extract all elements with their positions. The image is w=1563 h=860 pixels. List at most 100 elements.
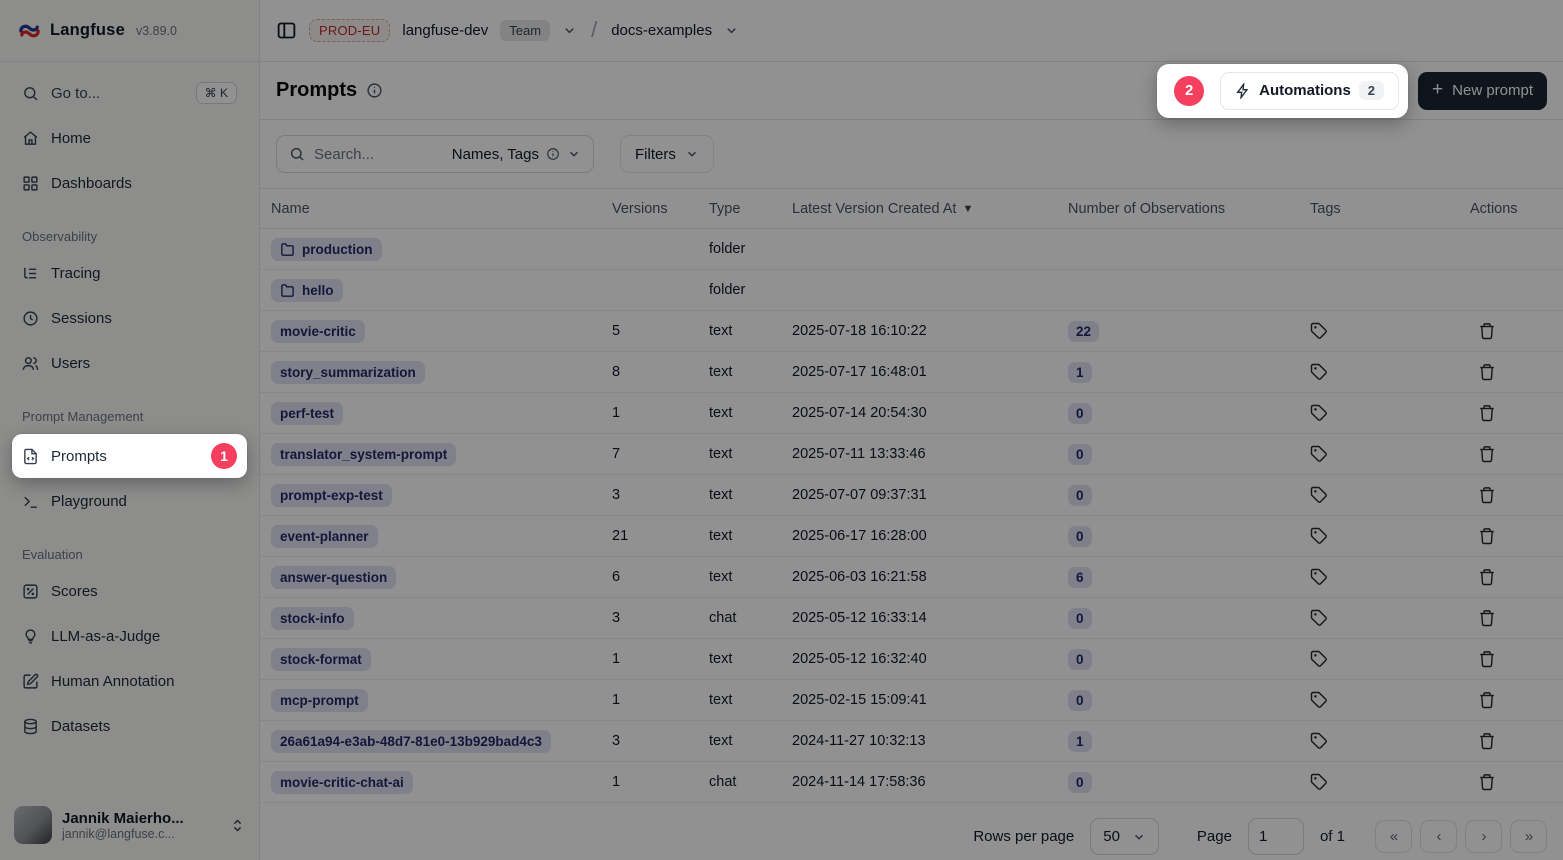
sidebar-item-playground[interactable]: Playground (12, 482, 247, 520)
tag-icon[interactable] (1310, 568, 1328, 586)
sidebar-item-sessions[interactable]: Sessions (12, 299, 247, 337)
prompt-name-badge[interactable]: stock-info (271, 607, 354, 630)
tag-icon[interactable] (1310, 445, 1328, 463)
table-row[interactable]: productionfolder (260, 229, 1563, 270)
table-row[interactable]: perf-test1text2025-07-14 20:54:300 (260, 393, 1563, 434)
table-row[interactable]: stock-format1text2025-05-12 16:32:400 (260, 639, 1563, 680)
folder-badge[interactable]: production (271, 238, 382, 261)
table-row[interactable]: movie-critic5text2025-07-18 16:10:2222 (260, 311, 1563, 352)
delete-trash-icon[interactable] (1478, 773, 1496, 791)
prompt-name-badge[interactable]: perf-test (271, 402, 343, 425)
sidebar-item-scores[interactable]: Scores (12, 572, 247, 610)
delete-trash-icon[interactable] (1478, 363, 1496, 381)
table-row[interactable]: prompt-exp-test3text2025-07-07 09:37:310 (260, 475, 1563, 516)
tag-icon[interactable] (1310, 609, 1328, 627)
sidebar-item-tracing[interactable]: Tracing (12, 254, 247, 292)
search-input[interactable]: Search... Names, Tags (276, 135, 594, 173)
table-row[interactable]: mcp-prompt1text2025-02-15 15:09:410 (260, 680, 1563, 721)
delete-trash-icon[interactable] (1478, 445, 1496, 463)
next-page-button[interactable]: › (1465, 820, 1502, 853)
table-row[interactable]: stock-info3chat2025-05-12 16:33:140 (260, 598, 1563, 639)
filters-button[interactable]: Filters (620, 135, 714, 173)
automations-button[interactable]: Automations 2 (1220, 72, 1399, 110)
prev-page-button[interactable]: ‹ (1420, 820, 1457, 853)
versions-cell: 1 (601, 692, 698, 708)
sidebar-toggle-icon[interactable] (276, 20, 297, 41)
table-toolbar: Search... Names, Tags Filters (260, 120, 1563, 188)
delete-trash-icon[interactable] (1478, 527, 1496, 545)
langfuse-logo-icon (18, 22, 41, 40)
prompt-name-badge[interactable]: mcp-prompt (271, 689, 368, 712)
created-cell: 2025-06-17 16:28:00 (781, 528, 1057, 544)
sidebar-item-human-annotation[interactable]: Human Annotation (12, 662, 247, 700)
table-row[interactable]: hellofolder (260, 270, 1563, 311)
prompt-name-badge[interactable]: translator_system-prompt (271, 443, 456, 466)
prompt-name-badge[interactable]: prompt-exp-test (271, 484, 392, 507)
table-row[interactable]: story_summarization8text2025-07-17 16:48… (260, 352, 1563, 393)
prompt-name-badge[interactable]: movie-critic-chat-ai (271, 771, 413, 794)
page-number-input[interactable] (1248, 818, 1304, 855)
prompt-name-badge[interactable]: 26a61a94-e3ab-48d7-81e0-13b929bad4c3 (271, 730, 551, 753)
table-row[interactable]: event-planner21text2025-06-17 16:28:000 (260, 516, 1563, 557)
prompts-table: Name Versions Type Latest Version Create… (260, 188, 1563, 803)
tag-icon[interactable] (1310, 404, 1328, 422)
column-header-actions: Actions (1459, 201, 1563, 217)
folder-icon (280, 242, 295, 257)
organization-name[interactable]: langfuse-dev (402, 22, 488, 39)
delete-trash-icon[interactable] (1478, 691, 1496, 709)
delete-trash-icon[interactable] (1478, 732, 1496, 750)
search-icon (289, 146, 305, 162)
sidebar-item-dashboards[interactable]: Dashboards (12, 164, 247, 202)
sidebar-item-users[interactable]: Users (12, 344, 247, 382)
delete-trash-icon[interactable] (1478, 568, 1496, 586)
page-of-label: of 1 (1320, 828, 1345, 845)
project-chevron-down-icon[interactable] (724, 23, 739, 38)
tag-icon[interactable] (1310, 773, 1328, 791)
prompt-name-badge[interactable]: stock-format (271, 648, 371, 671)
tag-icon[interactable] (1310, 732, 1328, 750)
delete-trash-icon[interactable] (1478, 404, 1496, 422)
column-header-tags: Tags (1299, 201, 1459, 217)
sidebar-item-datasets[interactable]: Datasets (12, 707, 247, 745)
folder-badge[interactable]: hello (271, 279, 343, 302)
sidebar-item-prompts[interactable]: Prompts 1 (12, 434, 247, 478)
tag-icon[interactable] (1310, 691, 1328, 709)
prompt-name-badge[interactable]: story_summarization (271, 361, 425, 384)
delete-trash-icon[interactable] (1478, 609, 1496, 627)
delete-trash-icon[interactable] (1478, 650, 1496, 668)
first-page-button[interactable]: « (1375, 820, 1412, 853)
tag-icon[interactable] (1310, 650, 1328, 668)
prompt-name-badge[interactable]: event-planner (271, 525, 378, 548)
created-cell: 2024-11-27 10:32:13 (781, 733, 1057, 749)
sidebar-item-home[interactable]: Home (12, 119, 247, 157)
delete-trash-icon[interactable] (1478, 322, 1496, 340)
column-header-created[interactable]: Latest Version Created At▼ (781, 201, 1057, 217)
goto-search[interactable]: Go to... ⌘ K (12, 74, 247, 112)
tag-icon[interactable] (1310, 486, 1328, 504)
info-icon[interactable] (366, 82, 383, 99)
search-scope-select[interactable]: Names, Tags (452, 146, 581, 163)
table-row[interactable]: movie-critic-chat-ai1chat2024-11-14 17:5… (260, 762, 1563, 803)
prompt-name-badge[interactable]: answer-question (271, 566, 396, 589)
table-row[interactable]: answer-question6text2025-06-03 16:21:586 (260, 557, 1563, 598)
tag-icon[interactable] (1310, 363, 1328, 381)
last-page-button[interactable]: » (1510, 820, 1547, 853)
delete-trash-icon[interactable] (1478, 486, 1496, 504)
new-prompt-button[interactable]: + New prompt (1418, 72, 1547, 110)
table-row[interactable]: 26a61a94-e3ab-48d7-81e0-13b929bad4c33tex… (260, 721, 1563, 762)
org-chevron-down-icon[interactable] (562, 23, 577, 38)
type-cell: text (698, 569, 781, 585)
tag-icon[interactable] (1310, 322, 1328, 340)
observations-count-badge: 0 (1068, 772, 1092, 793)
tag-icon[interactable] (1310, 527, 1328, 545)
versions-cell: 8 (601, 364, 698, 380)
prompt-name-badge[interactable]: movie-critic (271, 320, 365, 343)
sidebar-item-llm-judge[interactable]: LLM-as-a-Judge (12, 617, 247, 655)
table-row[interactable]: translator_system-prompt7text2025-07-11 … (260, 434, 1563, 475)
zap-icon (1235, 83, 1251, 99)
type-cell: text (698, 364, 781, 380)
rows-per-page-select[interactable]: 50 (1090, 818, 1159, 855)
annotation-step-1-badge: 1 (211, 443, 237, 469)
project-name[interactable]: docs-examples (611, 22, 712, 39)
user-account-menu[interactable]: Jannik Maierho... jannik@langfuse.c... (0, 792, 259, 860)
